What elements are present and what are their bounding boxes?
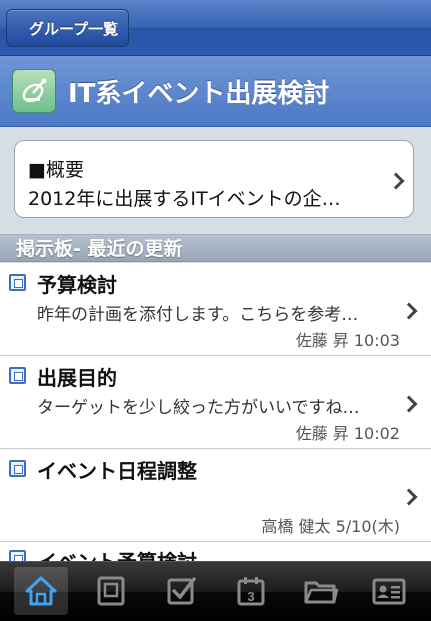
board-list: 予算検討 昨年の計画を添付します。こちらを参考… 佐藤 昇 10:03 出展目的… (0, 263, 431, 542)
list-item[interactable]: 出展目的 ターゲットを少し絞った方がいいですね… 佐藤 昇 10:02 (0, 356, 431, 449)
post-title: イベント日程調整 (37, 459, 197, 483)
nav-bar: グループ一覧 (0, 0, 431, 56)
post-meta: 高橋 健太 5/10(木) (261, 517, 400, 536)
calendar-day: 3 (247, 589, 254, 604)
group-header: IT系イベント出展検討 (0, 56, 431, 127)
overview-body: 2012年に出展するITイベントの企… (28, 188, 341, 210)
post-meta: 佐藤 昇 10:03 (295, 331, 400, 350)
board-post-icon (9, 367, 26, 384)
chevron-right-icon (400, 395, 418, 413)
back-button-label: グループ一覧 (29, 19, 119, 38)
folder-icon (304, 581, 339, 604)
tab-files[interactable] (294, 567, 348, 615)
overview-title: ■概要 (28, 159, 84, 181)
post-title: 出展目的 (37, 366, 117, 390)
back-button[interactable]: グループ一覧 (6, 9, 130, 47)
group-satellite-icon (12, 69, 56, 113)
chevron-right-icon (400, 302, 418, 320)
tab-board[interactable] (84, 567, 138, 615)
post-preview: 昨年の計画を添付します。こちらを参考… (37, 305, 359, 325)
tab-contacts[interactable] (362, 567, 416, 615)
todo-icon (167, 577, 196, 605)
section-header: 掲示板- 最近の更新 (0, 234, 431, 262)
list-item[interactable]: イベント予算検討 (0, 542, 431, 562)
board-post-icon (9, 274, 26, 291)
chevron-right-icon (387, 172, 405, 190)
board-post-icon (9, 460, 26, 477)
tab-home[interactable] (14, 567, 68, 615)
overview-card[interactable]: ■概要 2012年に出展するITイベントの企… (14, 140, 414, 218)
list-item[interactable]: イベント日程調整 高橋 健太 5/10(木) (0, 449, 431, 542)
tab-todo[interactable] (154, 567, 208, 615)
post-meta: 佐藤 昇 10:02 (295, 424, 400, 443)
chevron-right-icon (400, 488, 418, 506)
page-title: IT系イベント出展検討 (68, 78, 330, 109)
contacts-icon (372, 578, 406, 605)
post-title: イベント予算検討 (37, 550, 197, 562)
tab-bar: 3 (0, 561, 431, 621)
calendar-icon: 3 (237, 577, 265, 606)
home-icon (25, 576, 57, 606)
tab-calendar[interactable]: 3 (224, 567, 278, 615)
list-item[interactable]: 予算検討 昨年の計画を添付します。こちらを参考… 佐藤 昇 10:03 (0, 263, 431, 356)
board-icon (97, 576, 125, 606)
post-title: 予算検討 (37, 273, 117, 297)
post-preview: ターゲットを少し絞った方がいいですね… (37, 398, 360, 418)
